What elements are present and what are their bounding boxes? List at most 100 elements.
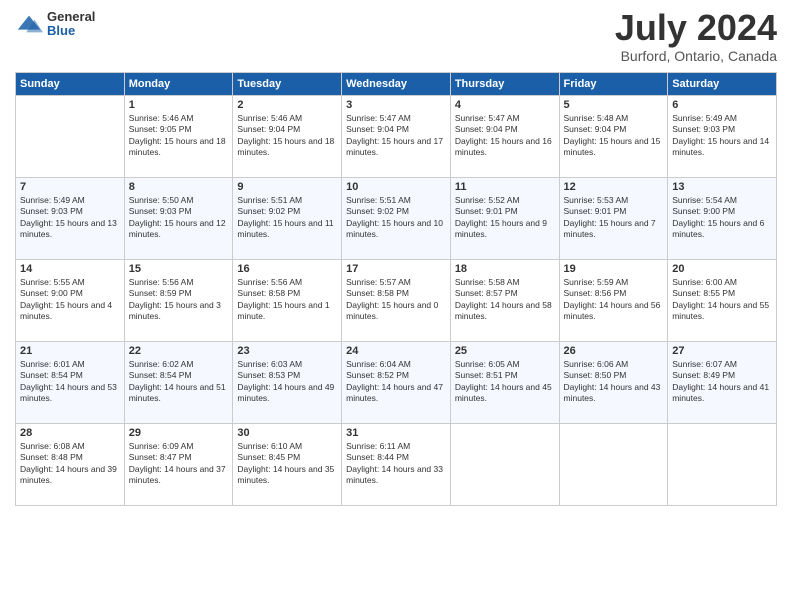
day-info: Sunrise: 6:08 AMSunset: 8:48 PMDaylight:… bbox=[20, 441, 120, 487]
day-info: Sunrise: 6:11 AMSunset: 8:44 PMDaylight:… bbox=[346, 441, 446, 487]
day-number: 15 bbox=[129, 263, 229, 275]
day-info: Sunrise: 5:51 AMSunset: 9:02 PMDaylight:… bbox=[237, 195, 337, 241]
day-info: Sunrise: 6:07 AMSunset: 8:49 PMDaylight:… bbox=[672, 359, 772, 405]
calendar-cell: 5Sunrise: 5:48 AMSunset: 9:04 PMDaylight… bbox=[559, 96, 668, 178]
day-number: 2 bbox=[237, 99, 337, 111]
calendar-cell: 20 Sunrise: 6:00 AMSunset: 8:55 PMDayligh… bbox=[668, 260, 777, 342]
logo-general: General bbox=[47, 10, 95, 24]
calendar-cell: 27 Sunrise: 6:07 AMSunset: 8:49 PMDayligh… bbox=[668, 342, 777, 424]
calendar-cell: 18 Sunrise: 5:58 AMSunset: 8:57 PMDayligh… bbox=[450, 260, 559, 342]
header: General Blue July 2024 Burford, Ontario,… bbox=[15, 10, 777, 64]
day-info: Sunrise: 5:54 AMSunset: 9:00 PMDaylight:… bbox=[672, 195, 772, 241]
day-info: Sunrise: 5:47 AMSunset: 9:04 PMDaylight:… bbox=[455, 113, 555, 159]
col-header-friday: Friday bbox=[559, 73, 668, 96]
calendar-week-row: 21 Sunrise: 6:01 AMSunset: 8:54 PMDayligh… bbox=[16, 342, 777, 424]
day-number: 6 bbox=[672, 99, 772, 111]
logo: General Blue bbox=[15, 10, 95, 39]
day-number: 26 bbox=[564, 345, 664, 357]
calendar-week-row: 28 Sunrise: 6:08 AMSunset: 8:48 PMDayligh… bbox=[16, 424, 777, 506]
calendar-header-row: SundayMondayTuesdayWednesdayThursdayFrid… bbox=[16, 73, 777, 96]
day-number: 14 bbox=[20, 263, 120, 275]
calendar-cell: 4 Sunrise: 5:47 AMSunset: 9:04 PMDaylight… bbox=[450, 96, 559, 178]
calendar-cell: 23 Sunrise: 6:03 AMSunset: 8:53 PMDayligh… bbox=[233, 342, 342, 424]
day-info: Sunrise: 5:48 AMSunset: 9:04 PMDaylight:… bbox=[564, 113, 664, 159]
day-info: Sunrise: 6:05 AMSunset: 8:51 PMDaylight:… bbox=[455, 359, 555, 405]
day-number: 18 bbox=[455, 263, 555, 275]
calendar-cell: 11Sunrise: 5:52 AMSunset: 9:01 PMDayligh… bbox=[450, 178, 559, 260]
col-header-tuesday: Tuesday bbox=[233, 73, 342, 96]
day-info: Sunrise: 6:00 AMSunset: 8:55 PMDaylight:… bbox=[672, 277, 772, 323]
day-number: 4 bbox=[455, 99, 555, 111]
calendar-cell: 26 Sunrise: 6:06 AMSunset: 8:50 PMDayligh… bbox=[559, 342, 668, 424]
col-header-thursday: Thursday bbox=[450, 73, 559, 96]
day-number: 28 bbox=[20, 427, 120, 439]
col-header-monday: Monday bbox=[124, 73, 233, 96]
calendar-cell: 6 Sunrise: 5:49 AMSunset: 9:03 PMDaylight… bbox=[668, 96, 777, 178]
day-number: 23 bbox=[237, 345, 337, 357]
day-info: Sunrise: 5:46 AMSunset: 9:05 PMDaylight:… bbox=[129, 113, 229, 159]
calendar-week-row: 1 Sunrise: 5:46 AMSunset: 9:05 PMDaylight… bbox=[16, 96, 777, 178]
day-number: 11 bbox=[455, 181, 555, 193]
calendar-cell: 16Sunrise: 5:56 AMSunset: 8:58 PMDayligh… bbox=[233, 260, 342, 342]
day-info: Sunrise: 5:49 AMSunset: 9:03 PMDaylight:… bbox=[20, 195, 120, 241]
calendar-cell bbox=[450, 424, 559, 506]
day-info: Sunrise: 6:01 AMSunset: 8:54 PMDaylight:… bbox=[20, 359, 120, 405]
calendar-cell: 10 Sunrise: 5:51 AMSunset: 9:02 PMDayligh… bbox=[342, 178, 451, 260]
day-info: Sunrise: 6:03 AMSunset: 8:53 PMDaylight:… bbox=[237, 359, 337, 405]
calendar-cell: 17 Sunrise: 5:57 AMSunset: 8:58 PMDayligh… bbox=[342, 260, 451, 342]
day-info: Sunrise: 5:57 AMSunset: 8:58 PMDaylight:… bbox=[346, 277, 446, 323]
day-number: 3 bbox=[346, 99, 446, 111]
calendar-cell: 21 Sunrise: 6:01 AMSunset: 8:54 PMDayligh… bbox=[16, 342, 125, 424]
day-info: Sunrise: 5:53 AMSunset: 9:01 PMDaylight:… bbox=[564, 195, 664, 241]
day-number: 22 bbox=[129, 345, 229, 357]
day-info: Sunrise: 6:04 AMSunset: 8:52 PMDaylight:… bbox=[346, 359, 446, 405]
day-number: 20 bbox=[672, 263, 772, 275]
day-number: 12 bbox=[564, 181, 664, 193]
calendar-cell: 12 Sunrise: 5:53 AMSunset: 9:01 PMDayligh… bbox=[559, 178, 668, 260]
calendar-cell: 2 Sunrise: 5:46 AMSunset: 9:04 PMDaylight… bbox=[233, 96, 342, 178]
calendar-cell: 14Sunrise: 5:55 AMSunset: 9:00 PMDayligh… bbox=[16, 260, 125, 342]
calendar-cell: 19Sunrise: 5:59 AMSunset: 8:56 PMDayligh… bbox=[559, 260, 668, 342]
day-info: Sunrise: 6:06 AMSunset: 8:50 PMDaylight:… bbox=[564, 359, 664, 405]
title-area: July 2024 Burford, Ontario, Canada bbox=[615, 10, 777, 64]
day-number: 17 bbox=[346, 263, 446, 275]
day-info: Sunrise: 5:51 AMSunset: 9:02 PMDaylight:… bbox=[346, 195, 446, 241]
calendar-week-row: 14Sunrise: 5:55 AMSunset: 9:00 PMDayligh… bbox=[16, 260, 777, 342]
calendar-cell: 3 Sunrise: 5:47 AMSunset: 9:04 PMDaylight… bbox=[342, 96, 451, 178]
day-info: Sunrise: 6:02 AMSunset: 8:54 PMDaylight:… bbox=[129, 359, 229, 405]
calendar-cell: 1 Sunrise: 5:46 AMSunset: 9:05 PMDaylight… bbox=[124, 96, 233, 178]
calendar-cell: 22 Sunrise: 6:02 AMSunset: 8:54 PMDayligh… bbox=[124, 342, 233, 424]
col-header-sunday: Sunday bbox=[16, 73, 125, 96]
logo-icon bbox=[15, 10, 43, 38]
calendar-cell: 7 Sunrise: 5:49 AMSunset: 9:03 PMDaylight… bbox=[16, 178, 125, 260]
day-number: 10 bbox=[346, 181, 446, 193]
calendar-cell: 28 Sunrise: 6:08 AMSunset: 8:48 PMDayligh… bbox=[16, 424, 125, 506]
day-number: 30 bbox=[237, 427, 337, 439]
calendar-table: SundayMondayTuesdayWednesdayThursdayFrid… bbox=[15, 72, 777, 506]
col-header-saturday: Saturday bbox=[668, 73, 777, 96]
day-number: 13 bbox=[672, 181, 772, 193]
day-info: Sunrise: 5:49 AMSunset: 9:03 PMDaylight:… bbox=[672, 113, 772, 159]
calendar-cell: 15 Sunrise: 5:56 AMSunset: 8:59 PMDayligh… bbox=[124, 260, 233, 342]
day-number: 21 bbox=[20, 345, 120, 357]
day-info: Sunrise: 5:46 AMSunset: 9:04 PMDaylight:… bbox=[237, 113, 337, 159]
day-number: 27 bbox=[672, 345, 772, 357]
day-number: 16 bbox=[237, 263, 337, 275]
calendar-cell: 31Sunrise: 6:11 AMSunset: 8:44 PMDayligh… bbox=[342, 424, 451, 506]
day-number: 7 bbox=[20, 181, 120, 193]
day-number: 29 bbox=[129, 427, 229, 439]
day-info: Sunrise: 5:59 AMSunset: 8:56 PMDaylight:… bbox=[564, 277, 664, 323]
location: Burford, Ontario, Canada bbox=[615, 48, 777, 64]
calendar-cell bbox=[16, 96, 125, 178]
calendar-cell bbox=[668, 424, 777, 506]
day-number: 9 bbox=[237, 181, 337, 193]
calendar-cell: 24Sunrise: 6:04 AMSunset: 8:52 PMDayligh… bbox=[342, 342, 451, 424]
calendar-cell: 9 Sunrise: 5:51 AMSunset: 9:02 PMDaylight… bbox=[233, 178, 342, 260]
day-info: Sunrise: 5:50 AMSunset: 9:03 PMDaylight:… bbox=[129, 195, 229, 241]
calendar-cell bbox=[559, 424, 668, 506]
day-info: Sunrise: 5:47 AMSunset: 9:04 PMDaylight:… bbox=[346, 113, 446, 159]
day-info: Sunrise: 5:56 AMSunset: 8:59 PMDaylight:… bbox=[129, 277, 229, 323]
day-number: 1 bbox=[129, 99, 229, 111]
calendar-week-row: 7 Sunrise: 5:49 AMSunset: 9:03 PMDaylight… bbox=[16, 178, 777, 260]
day-info: Sunrise: 5:58 AMSunset: 8:57 PMDaylight:… bbox=[455, 277, 555, 323]
